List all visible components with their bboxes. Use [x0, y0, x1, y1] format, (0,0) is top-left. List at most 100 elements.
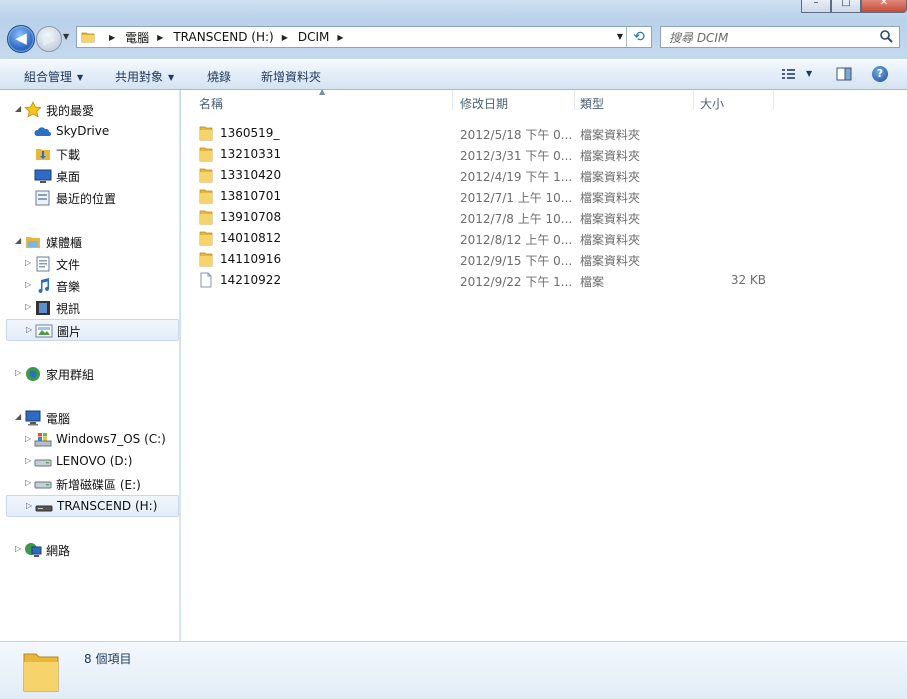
burn-button[interactable]: 燒錄 [207, 68, 231, 85]
close-icon: ✕ [879, 0, 889, 8]
file-name: 14210922 [220, 273, 282, 287]
nav-item-recent-places[interactable]: 最近的位置 [0, 187, 179, 209]
column-header-type[interactable]: 類型 [580, 95, 604, 112]
table-row[interactable]: 13810701 2012/7/1 上午 10... 檔案資料夾 [181, 186, 781, 207]
close-button[interactable]: ✕ [861, 0, 907, 13]
breadcrumb-drive[interactable]: TRANSCEND (H:) [173, 30, 273, 44]
navigation-bar: ◀ ▶ ▼ ▶ 電腦 ▶ TRANSCEND (H:) ▶ DCIM ▶ ▼ ⟲ [0, 24, 907, 53]
breadcrumb-separator-icon[interactable]: ▶ [282, 33, 288, 42]
nav-item-videos[interactable]: ▷ 視訊 [0, 297, 179, 319]
item-count: 8 個項目 [84, 652, 132, 666]
collapsed-triangle-icon[interactable]: ▷ [25, 434, 31, 443]
nav-item-downloads[interactable]: 下載 [0, 143, 179, 165]
address-bar[interactable]: ▶ 電腦 ▶ TRANSCEND (H:) ▶ DCIM ▶ ▼ ⟲ [76, 26, 652, 48]
breadcrumb-dcim[interactable]: DCIM [298, 30, 330, 44]
minimize-button[interactable]: – [801, 0, 831, 13]
search-box[interactable] [660, 26, 900, 48]
breadcrumb-separator-icon[interactable]: ▶ [109, 33, 115, 42]
table-row[interactable]: 14210922 2012/9/22 下午 1... 檔案 32 KB [181, 270, 781, 291]
collapsed-triangle-icon[interactable]: ▷ [25, 280, 31, 289]
collapsed-triangle-icon[interactable]: ▷ [25, 258, 31, 267]
file-date: 2012/3/31 下午 0... [460, 149, 573, 163]
organize-menu-button[interactable]: 組合管理 ▼ [24, 68, 83, 85]
file-date: 2012/4/19 下午 1... [460, 170, 573, 184]
expanded-triangle-icon[interactable]: ◢ [15, 236, 21, 245]
file-type: 檔案資料夾 [580, 212, 641, 226]
music-note-icon [38, 278, 49, 293]
collapsed-triangle-icon[interactable]: ▷ [25, 302, 31, 311]
table-row[interactable]: 13910708 2012/7/8 上午 10... 檔案資料夾 [181, 207, 781, 228]
refresh-button[interactable]: ⟲ [626, 27, 651, 47]
breadcrumb-separator-icon[interactable]: ▶ [337, 33, 343, 42]
folder-icon [199, 125, 213, 144]
collapsed-triangle-icon[interactable]: ▷ [26, 501, 32, 510]
nav-item-documents[interactable]: ▷ 文件 [0, 253, 179, 275]
file-icon [199, 272, 213, 291]
collapsed-triangle-icon[interactable]: ▷ [26, 325, 32, 334]
collapsed-triangle-icon[interactable]: ▷ [15, 544, 21, 553]
nav-libraries[interactable]: ◢ 媒體櫃 [0, 231, 179, 253]
address-history-dropdown-icon[interactable]: ▼ [617, 32, 623, 41]
file-type: 檔案資料夾 [580, 254, 641, 268]
nav-item-desktop[interactable]: 桌面 [0, 165, 179, 187]
collapsed-triangle-icon[interactable]: ▷ [25, 456, 31, 465]
table-row[interactable]: 13210331 2012/3/31 下午 0... 檔案資料夾 [181, 144, 781, 165]
view-options-icon[interactable] [781, 66, 797, 82]
view-dropdown-icon[interactable]: ▼ [806, 69, 812, 78]
nav-item-drive-e[interactable]: ▷ 新增磁碟區 (E:) [0, 473, 179, 495]
preview-pane-icon[interactable] [836, 66, 852, 82]
column-divider[interactable] [693, 90, 694, 110]
back-button[interactable]: ◀ [7, 25, 35, 53]
table-row[interactable]: 14110916 2012/9/15 下午 0... 檔案資料夾 [181, 249, 781, 270]
breadcrumb-separator-icon[interactable]: ▶ [157, 33, 163, 42]
column-header-date[interactable]: 修改日期 [460, 95, 508, 112]
navigation-pane: ◢ 我的最愛 SkyDrive 下載 桌面 最近的位置 ◢ 媒體櫃 ▷ 文件 ▷… [0, 90, 180, 641]
help-button[interactable]: ? [872, 66, 888, 82]
file-name: 14110916 [220, 252, 282, 266]
nav-favorites[interactable]: ◢ 我的最愛 [0, 99, 179, 121]
nav-item-label: LENOVO (D:) [56, 454, 133, 468]
computer-icon [25, 410, 41, 426]
search-icon[interactable] [879, 29, 893, 43]
command-bar: 組合管理 ▼ 共用對象 ▼ 燒錄 新增資料夾 ▼ ? [0, 59, 907, 90]
column-divider[interactable] [773, 90, 774, 110]
table-row[interactable]: 14010812 2012/8/12 上午 0... 檔案資料夾 [181, 228, 781, 249]
collapsed-triangle-icon[interactable]: ▷ [15, 368, 21, 377]
documents-icon [36, 256, 50, 272]
column-header-name[interactable]: 名稱 [199, 95, 223, 112]
nav-computer[interactable]: ◢ 電腦 [0, 407, 179, 429]
expanded-triangle-icon[interactable]: ◢ [15, 104, 21, 113]
nav-homegroup[interactable]: ▷ 家用群組 [0, 363, 179, 385]
recent-pages-button[interactable]: ▼ [63, 32, 69, 41]
forward-button[interactable]: ▶ [36, 26, 62, 52]
nav-network[interactable]: ▷ 網路 [0, 539, 179, 561]
nav-item-label: 桌面 [56, 170, 81, 184]
file-date: 2012/7/8 上午 10... [460, 212, 573, 226]
table-row[interactable]: 1360519_ 2012/5/18 下午 0... 檔案資料夾 [181, 123, 781, 144]
new-folder-button[interactable]: 新增資料夾 [261, 68, 321, 85]
nav-item-music[interactable]: ▷ 音樂 [0, 275, 179, 297]
nav-favorites-label: 我的最愛 [46, 104, 95, 118]
column-header-size[interactable]: 大小 [700, 95, 724, 112]
maximize-button[interactable]: □ [831, 0, 861, 13]
nav-item-drive-d[interactable]: ▷ LENOVO (D:) [0, 451, 179, 473]
table-row[interactable]: 13310420 2012/4/19 下午 1... 檔案資料夾 [181, 165, 781, 186]
expanded-triangle-icon[interactable]: ◢ [15, 412, 21, 421]
nav-item-pictures[interactable]: ▷ 圖片 [6, 319, 179, 341]
recent-places-icon [35, 190, 50, 206]
organize-label: 組合管理 [24, 70, 73, 84]
chevron-down-icon: ▼ [168, 73, 175, 82]
share-menu-button[interactable]: 共用對象 ▼ [115, 68, 174, 85]
collapsed-triangle-icon[interactable]: ▷ [25, 478, 31, 487]
libraries-icon [26, 237, 40, 248]
nav-item-skydrive[interactable]: SkyDrive [0, 121, 179, 143]
homegroup-icon [26, 367, 40, 381]
nav-item-label: TRANSCEND (H:) [57, 499, 158, 513]
nav-item-drive-h[interactable]: ▷ TRANSCEND (H:) [6, 495, 179, 517]
nav-item-drive-c[interactable]: ▷ Windows7_OS (C:) [0, 429, 179, 451]
breadcrumb-computer[interactable]: 電腦 [125, 29, 149, 46]
column-divider[interactable] [574, 90, 575, 110]
column-divider[interactable] [452, 90, 453, 110]
search-input[interactable] [667, 29, 871, 47]
file-type: 檔案資料夾 [580, 191, 641, 205]
